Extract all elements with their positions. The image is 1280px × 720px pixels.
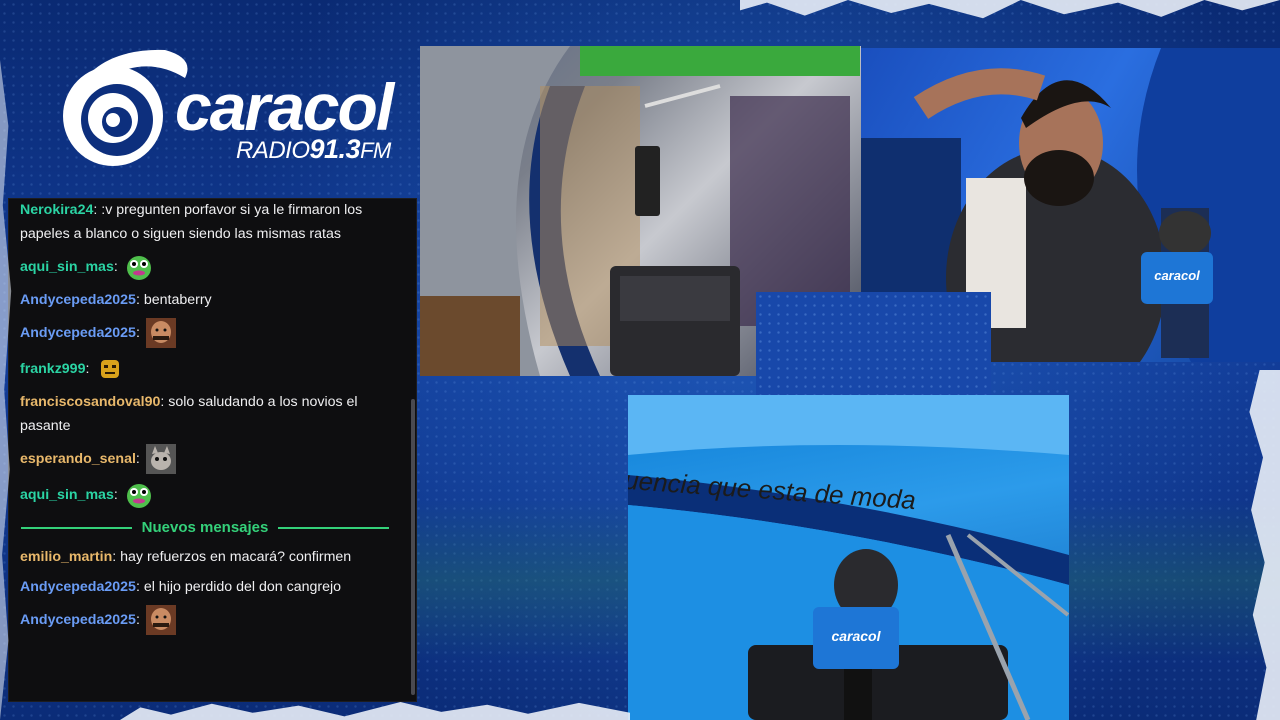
chat-message: franciscosandoval90: solo saludando a lo…	[9, 387, 407, 441]
logo-frequency-line: RADIO91.3FM	[236, 136, 391, 163]
chat-message: aqui_sin_mas:	[9, 249, 407, 285]
chat-message-text: el hijo perdido del don cangrejo	[143, 579, 342, 595]
pepe-emote-icon[interactable]	[124, 252, 154, 282]
cat-emote-icon[interactable]	[145, 444, 176, 474]
chat-username[interactable]: frankz999	[20, 357, 85, 381]
new-messages-label: Nuevos mensajes	[141, 519, 269, 536]
chat-username[interactable]: franciscosandoval90	[20, 394, 160, 410]
chat-username[interactable]: aqui_sin_mas	[20, 483, 114, 507]
chat-message: aqui_sin_mas:	[9, 477, 407, 513]
mic-badge-bottom: caracol	[831, 628, 881, 644]
chat-username[interactable]: Nerokira24	[20, 202, 93, 218]
chat-colon: :	[135, 325, 144, 341]
chat-message: Andycepeda2025:	[9, 602, 407, 638]
studio-camera-feed-bottom: caracol uencia que esta de moda	[628, 395, 1069, 720]
chat-message-list: Nerokira24: :v pregunten porfavor si ya …	[9, 199, 407, 638]
logo-radio-label: RADIO	[236, 137, 310, 164]
logo-frequency: 91.3	[309, 134, 361, 164]
chat-message: frankz999:	[9, 351, 407, 387]
chat-colon: :	[113, 487, 122, 503]
chat-colon: :	[135, 612, 144, 628]
chat-message: Andycepeda2025: bentaberry	[9, 285, 407, 315]
chat-username[interactable]: aqui_sin_mas	[20, 255, 114, 279]
mic-badge-right: caracol	[1154, 268, 1200, 283]
chat-username[interactable]: Andycepeda2025	[20, 321, 136, 345]
studio-scene-bottom: caracol	[628, 395, 1069, 720]
caracol-spiral-icon	[63, 49, 188, 166]
face-emote-icon[interactable]	[145, 605, 176, 635]
chat-message-text: hay refuerzos en macará? confirmen	[120, 549, 352, 565]
chat-message: Andycepeda2025: el hijo perdido del don …	[9, 572, 407, 602]
chat-username[interactable]: Andycepeda2025	[20, 608, 136, 632]
chat-message: Nerokira24: :v pregunten porfavor si ya …	[9, 199, 407, 249]
chat-colon: :	[135, 451, 144, 467]
chat-message: Andycepeda2025:	[9, 315, 407, 351]
caracol-radio-logo: caracol RADIO91.3FM	[50, 32, 410, 182]
angry-face-emote-icon[interactable]	[95, 354, 125, 384]
face-emote-icon[interactable]	[145, 318, 176, 348]
chat-message-text: bentaberry	[143, 292, 212, 308]
divider-line-right	[278, 526, 390, 529]
logo-wordmark: caracol	[175, 70, 394, 144]
chat-message: esperando_senal:	[9, 441, 407, 477]
stream-layout: caracol RADIO91.3FM caracol caracol uenc…	[0, 0, 1280, 720]
new-messages-divider: Nuevos mensajes	[9, 513, 407, 542]
chat-username[interactable]: Andycepeda2025	[20, 292, 136, 308]
chat-colon: :	[135, 292, 144, 308]
chat-colon: :	[85, 361, 94, 377]
chat-username[interactable]: Andycepeda2025	[20, 579, 136, 595]
chat-message: emilio_martin: hay refuerzos en macará? …	[9, 542, 407, 572]
logo-band: FM	[360, 138, 391, 163]
chat-scrollbar[interactable]	[411, 399, 415, 695]
chat-username[interactable]: emilio_martin	[20, 549, 112, 565]
live-chat-panel[interactable]: Nerokira24: :v pregunten porfavor si ya …	[8, 198, 417, 702]
chat-colon: :	[112, 549, 121, 565]
chat-username[interactable]: esperando_senal	[20, 447, 136, 471]
chat-colon: :	[113, 259, 122, 275]
chat-colon: :	[135, 579, 144, 595]
divider-line-left	[21, 526, 132, 529]
pepe-emote-icon[interactable]	[124, 480, 154, 510]
